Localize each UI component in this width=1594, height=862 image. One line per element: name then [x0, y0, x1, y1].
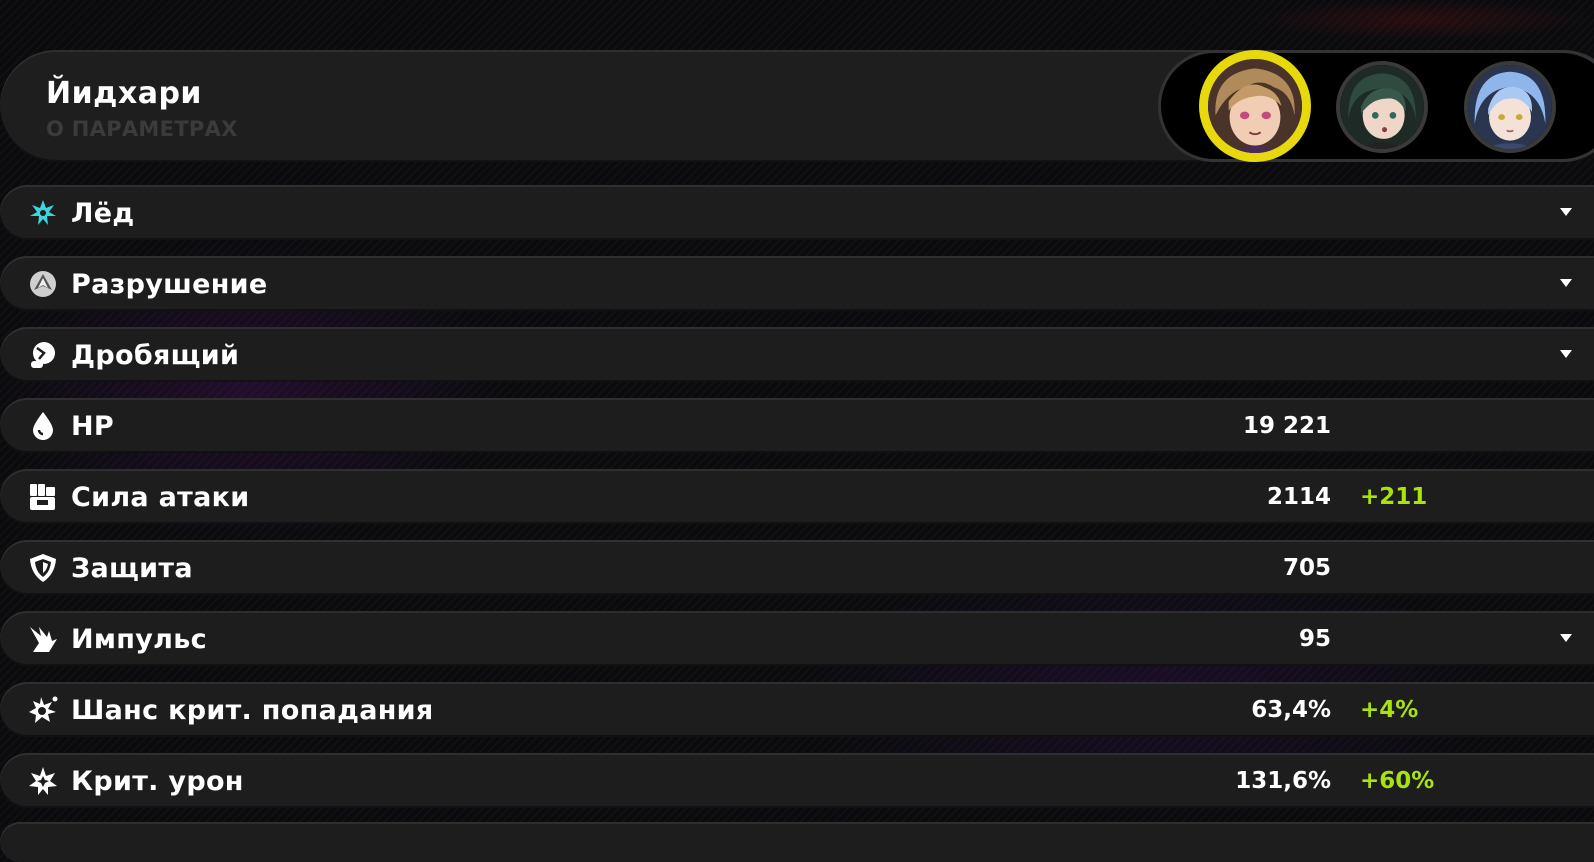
stat-label: Защита: [71, 553, 193, 584]
hp-drop-icon: [27, 410, 59, 442]
stat-row-impact[interactable]: Импульс 95: [0, 611, 1594, 666]
chevron-down-icon[interactable]: [1559, 274, 1573, 292]
stat-label: Лёд: [71, 198, 135, 229]
stat-row-partial[interactable]: [0, 822, 1594, 862]
chevron-down-icon[interactable]: [1559, 203, 1573, 221]
character-avatar-green-hair[interactable]: [1336, 61, 1428, 153]
stat-value: 63,4%: [1251, 697, 1331, 723]
stat-row-specialty[interactable]: Разрушение: [0, 256, 1594, 311]
stat-row-attack[interactable]: Сила атаки 2114 +211: [0, 469, 1594, 524]
chevron-down-icon[interactable]: [1559, 629, 1573, 647]
stat-label: HP: [71, 411, 114, 442]
stat-label: Сила атаки: [71, 482, 250, 513]
stat-label: Разрушение: [71, 269, 268, 300]
stat-label: Дробящий: [71, 340, 240, 371]
stat-value: 95: [1298, 626, 1331, 652]
stat-label: Крит. урон: [71, 766, 244, 797]
stat-bonus: +211: [1360, 484, 1428, 510]
attack-fist-icon: [27, 481, 59, 513]
character-avatar-brown-hair[interactable]: [1199, 50, 1311, 162]
background-glow: [1250, 0, 1590, 40]
ice-element-icon: [27, 197, 59, 229]
defense-shield-icon: [27, 552, 59, 584]
stat-label: Импульс: [71, 624, 207, 655]
stat-bonus: +60%: [1360, 768, 1435, 794]
stat-value: 2114: [1266, 484, 1331, 510]
stat-row-defense[interactable]: Защита 705: [0, 540, 1594, 595]
stat-label: Шанс крит. попадания: [71, 695, 434, 726]
stat-row-element[interactable]: Лёд: [0, 185, 1594, 240]
strike-attack-type-icon: [27, 339, 59, 371]
rupture-specialty-icon: [27, 268, 59, 300]
impact-icon: [27, 623, 59, 655]
about-stats-link[interactable]: О ПАРАМЕТРАХ: [46, 117, 238, 141]
stat-row-hp[interactable]: HP 19 221: [0, 398, 1594, 453]
stat-row-crit-damage[interactable]: Крит. урон 131,6% +60%: [0, 753, 1594, 808]
stat-value: 705: [1282, 555, 1331, 581]
character-name: Йидхари: [46, 76, 202, 111]
stat-row-crit-rate[interactable]: Шанс крит. попадания 63,4% +4%: [0, 682, 1594, 737]
stat-row-attack-type[interactable]: Дробящий: [0, 327, 1594, 382]
character-avatar-blue-hair[interactable]: [1464, 61, 1556, 153]
chevron-down-icon[interactable]: [1559, 345, 1573, 363]
stat-value: 19 221: [1242, 413, 1331, 439]
stat-value: 131,6%: [1235, 768, 1331, 794]
crit-rate-star-icon: [27, 694, 59, 726]
stat-bonus: +4%: [1360, 697, 1419, 723]
crit-damage-star-icon: [27, 765, 59, 797]
